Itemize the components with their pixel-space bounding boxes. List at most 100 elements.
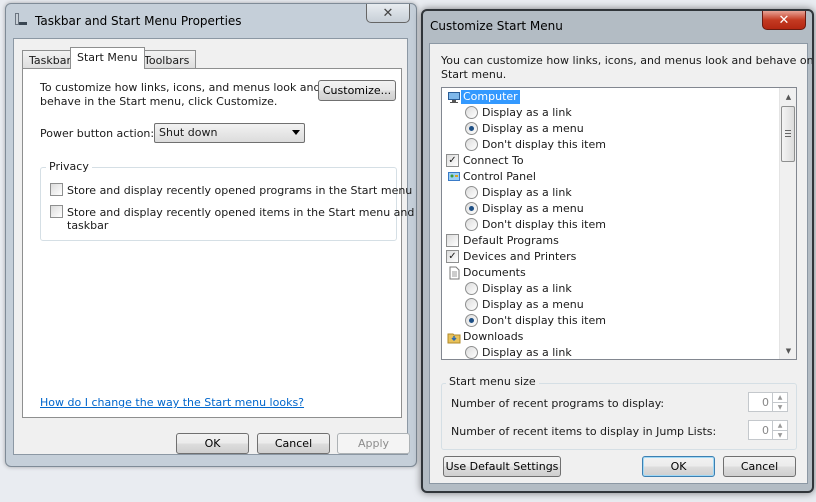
scroll-down-icon[interactable]: ▼ (780, 342, 796, 359)
spin-down-icon[interactable]: ▼ (772, 402, 787, 411)
cancel-button[interactable]: Cancel (257, 433, 330, 454)
customize-button[interactable]: Customize... (318, 80, 396, 101)
power-button-label: Power button action: (40, 127, 155, 140)
privacy-group-label: Privacy (46, 160, 92, 173)
list-item[interactable]: Display as a link (442, 345, 780, 359)
list-item[interactable]: Display as a menu (442, 121, 780, 137)
list-item[interactable]: Downloads (442, 329, 780, 345)
radio-button[interactable] (465, 106, 478, 119)
radio-button[interactable] (465, 282, 478, 295)
radio-button[interactable] (465, 138, 478, 151)
power-button-select[interactable]: Shut down (154, 123, 305, 143)
intro-text-line1: To customize how links, icons, and menus… (40, 81, 321, 94)
use-default-settings-button[interactable]: Use Default Settings (443, 456, 561, 477)
start-menu-tab-panel: To customize how links, icons, and menus… (22, 68, 416, 418)
close-button[interactable]: ✕ (762, 11, 806, 30)
close-icon: ✕ (778, 12, 790, 28)
list-item[interactable]: ✓ Devices and Printers (442, 249, 780, 265)
section-header-label: Computer (461, 90, 520, 104)
customize-titlebar[interactable]: Customize Start Menu ✕ (423, 11, 812, 41)
recent-items-checkbox[interactable] (50, 205, 63, 218)
documents-icon (447, 266, 461, 280)
taskbar-app-icon (15, 13, 27, 25)
radio-button[interactable] (465, 202, 478, 215)
downloads-icon (447, 330, 461, 344)
taskbar-properties-titlebar[interactable]: Taskbar and Start Menu Properties ✕ (6, 4, 416, 34)
tab-start-menu[interactable]: Start Menu (70, 47, 145, 69)
radio-label: Don't display this item (482, 138, 606, 151)
recent-items-label-line1: Store and display recently opened items … (67, 206, 417, 219)
radio-label: Display as a link (482, 282, 572, 295)
radio-button[interactable] (465, 122, 478, 135)
spin-up-icon[interactable]: ▲ (772, 421, 787, 430)
cancel-button[interactable]: Cancel (723, 456, 796, 477)
scroll-thumb[interactable] (781, 106, 795, 162)
customize-start-menu-window: Customize Start Menu ✕ You can customize… (421, 9, 814, 493)
recent-items-value: 0 (762, 424, 769, 437)
ok-button[interactable]: OK (642, 456, 715, 477)
recent-items-spinner[interactable]: 0 ▲ ▼ (748, 420, 788, 440)
radio-button[interactable] (465, 186, 478, 199)
radio-button[interactable] (465, 314, 478, 327)
recent-items-count-label: Number of recent items to display in Jum… (451, 425, 717, 438)
ok-button[interactable]: OK (176, 433, 249, 454)
taskbar-properties-window: Taskbar and Start Menu Properties ✕ Task… (5, 3, 417, 467)
help-link[interactable]: How do I change the way the Start menu l… (40, 396, 304, 409)
list-item[interactable]: Computer (442, 89, 780, 105)
radio-label: Don't display this item (482, 218, 606, 231)
close-button[interactable]: ✕ (366, 4, 410, 23)
radio-button[interactable] (465, 298, 478, 311)
list-item[interactable]: Display as a link (442, 105, 780, 121)
recent-programs-spinner[interactable]: 0 ▲ ▼ (748, 392, 788, 412)
radio-label: Display as a link (482, 346, 572, 359)
radio-label: Display as a menu (482, 122, 584, 135)
tab-toolbars[interactable]: Toolbars (137, 50, 197, 68)
list-scrollbar[interactable]: ▲ ▼ (779, 88, 796, 359)
control-panel-icon (447, 170, 461, 184)
checkbox[interactable]: ✓ (446, 154, 459, 167)
radio-label: Display as a menu (482, 202, 584, 215)
radio-label: Don't display this item (482, 314, 606, 327)
customize-title: Customize Start Menu (430, 19, 563, 33)
recent-programs-value: 0 (762, 396, 769, 409)
computer-icon (447, 90, 461, 104)
checkbox-label: Connect To (463, 154, 524, 167)
checkbox[interactable]: ✓ (446, 250, 459, 263)
customize-intro-line2: Start menu. (441, 68, 507, 81)
list-item[interactable]: Display as a menu (442, 297, 780, 313)
list-item[interactable]: Display as a menu (442, 201, 780, 217)
list-item[interactable]: Don't display this item (442, 137, 780, 153)
start-menu-size-label: Start menu size (446, 375, 539, 388)
close-icon: ✕ (382, 5, 394, 21)
start-menu-size-group (441, 383, 797, 450)
list-item[interactable]: ✓ Connect To (442, 153, 780, 169)
list-item[interactable]: Display as a link (442, 281, 780, 297)
intro-text-line2: behave in the Start menu, click Customiz… (40, 95, 278, 108)
checkbox-label: Default Programs (463, 234, 559, 247)
chevron-down-icon (292, 130, 300, 135)
list-item[interactable]: Default Programs (442, 233, 780, 249)
recent-programs-count-label: Number of recent programs to display: (451, 397, 665, 410)
taskbar-properties-client: Taskbar Start Menu Toolbars To customize… (13, 38, 416, 455)
radio-button[interactable] (465, 218, 478, 231)
list-item[interactable]: Don't display this item (442, 313, 780, 329)
section-header-label: Control Panel (463, 170, 536, 183)
recent-programs-label: Store and display recently opened progra… (67, 184, 413, 197)
section-header-label: Documents (463, 266, 526, 279)
recent-programs-checkbox[interactable] (50, 183, 63, 196)
radio-label: Display as a menu (482, 298, 584, 311)
list-item[interactable]: Control Panel (442, 169, 780, 185)
customize-intro-line1: You can customize how links, icons, and … (441, 54, 814, 67)
checkbox-label: Devices and Printers (463, 250, 577, 263)
list-item[interactable]: Display as a link (442, 185, 780, 201)
start-menu-options-list[interactable]: Computer Display as a link Display as a me… (441, 87, 797, 360)
radio-button[interactable] (465, 346, 478, 359)
list-item[interactable]: Don't display this item (442, 217, 780, 233)
checkbox[interactable] (446, 234, 459, 247)
spin-up-icon[interactable]: ▲ (772, 393, 787, 402)
scroll-up-icon[interactable]: ▲ (780, 88, 796, 105)
apply-button[interactable]: Apply (337, 433, 410, 454)
power-button-value: Shut down (159, 126, 218, 139)
spin-down-icon[interactable]: ▼ (772, 430, 787, 439)
list-item[interactable]: Documents (442, 265, 780, 281)
